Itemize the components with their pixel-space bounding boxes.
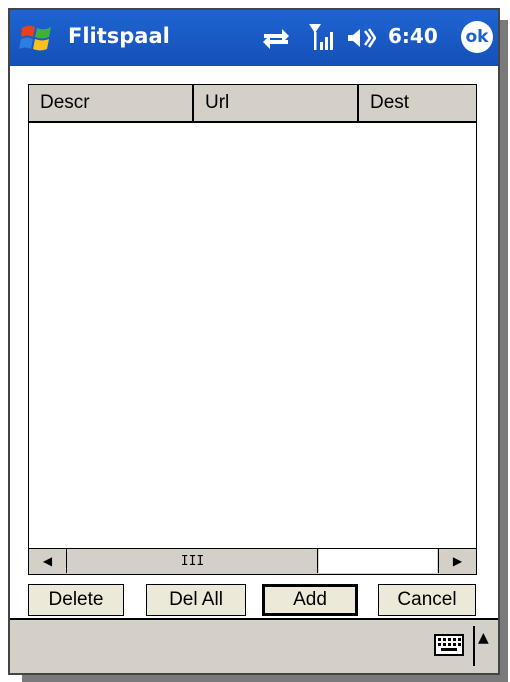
app-title: Flitspaal	[68, 24, 170, 48]
frame-shadow-right	[500, 20, 508, 682]
scroll-left-button[interactable]: ◀	[29, 549, 67, 573]
column-header-url[interactable]: Url	[194, 85, 359, 121]
cancel-button[interactable]: Cancel	[378, 584, 476, 616]
clock[interactable]: 6:40	[388, 24, 438, 48]
add-button[interactable]: Add	[262, 584, 358, 616]
column-header-descr[interactable]: Descr	[29, 85, 194, 121]
scroll-thumb[interactable]: III	[68, 549, 318, 573]
scroll-thumb-grip: III	[180, 553, 205, 569]
delete-all-button[interactable]: Del All	[146, 584, 246, 616]
list-header: Descr Url Dest	[29, 85, 476, 123]
right-arrow-icon: ▶	[452, 554, 463, 568]
data-connection-icon[interactable]	[262, 26, 290, 50]
speaker-icon[interactable]	[346, 26, 377, 50]
content-area: Descr Url Dest ◀ III ▶ Delete Del All Ad…	[10, 66, 498, 618]
device-screen: Flitspaal 6:40 ok Descr Url Dest ◀ III ▶…	[8, 8, 500, 675]
title-bar: Flitspaal 6:40 ok	[10, 10, 498, 66]
column-header-dest[interactable]: Dest	[359, 85, 476, 121]
windows-flag-icon[interactable]	[18, 22, 56, 54]
delete-button[interactable]: Delete	[28, 584, 124, 616]
scroll-right-button[interactable]: ▶	[438, 549, 476, 573]
sip-menu-arrow-icon[interactable]: ▲	[478, 630, 489, 646]
ok-button[interactable]: ok	[461, 21, 493, 53]
menu-bar: ▲	[10, 618, 498, 673]
left-arrow-icon: ◀	[42, 554, 53, 568]
signal-strength-icon[interactable]	[308, 22, 338, 52]
sip-divider	[473, 626, 475, 666]
frame-shadow-bottom	[22, 675, 508, 682]
scroll-track[interactable]	[319, 549, 437, 573]
horizontal-scrollbar[interactable]: ◀ III ▶	[29, 548, 476, 574]
list-view[interactable]: Descr Url Dest ◀ III ▶	[28, 84, 477, 575]
keyboard-icon[interactable]	[434, 634, 464, 656]
